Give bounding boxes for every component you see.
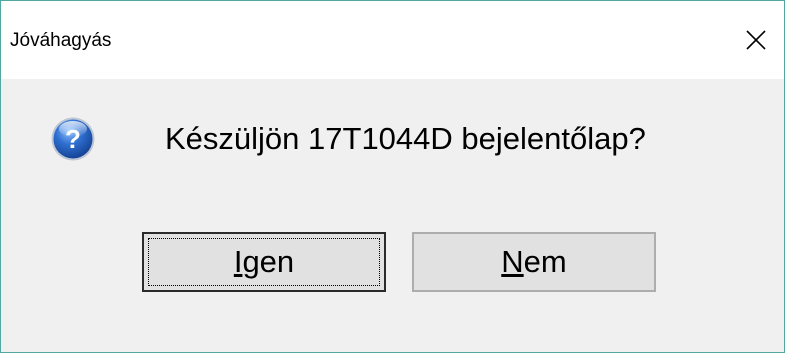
close-icon bbox=[746, 30, 766, 50]
dialog-message: Készüljön 17T1044D bejelentőlap? bbox=[165, 121, 646, 156]
close-button[interactable] bbox=[738, 24, 774, 56]
yes-button-label: Igen bbox=[233, 244, 295, 279]
no-button-label: Nem bbox=[501, 244, 567, 279]
title-bar: Jóváhagyás bbox=[1, 1, 784, 79]
no-button[interactable]: Nem bbox=[412, 232, 656, 292]
dialog-window: Jóváhagyás ? Készüljön 17T1044D bejelent… bbox=[0, 0, 785, 353]
question-icon: ? bbox=[51, 117, 95, 161]
dialog-content: ? Készüljön 17T1044D bejelentőlap? Igen … bbox=[1, 79, 784, 352]
window-title: Jóváhagyás bbox=[10, 30, 112, 51]
svg-text:?: ? bbox=[65, 124, 81, 154]
yes-button[interactable]: Igen bbox=[142, 232, 386, 292]
